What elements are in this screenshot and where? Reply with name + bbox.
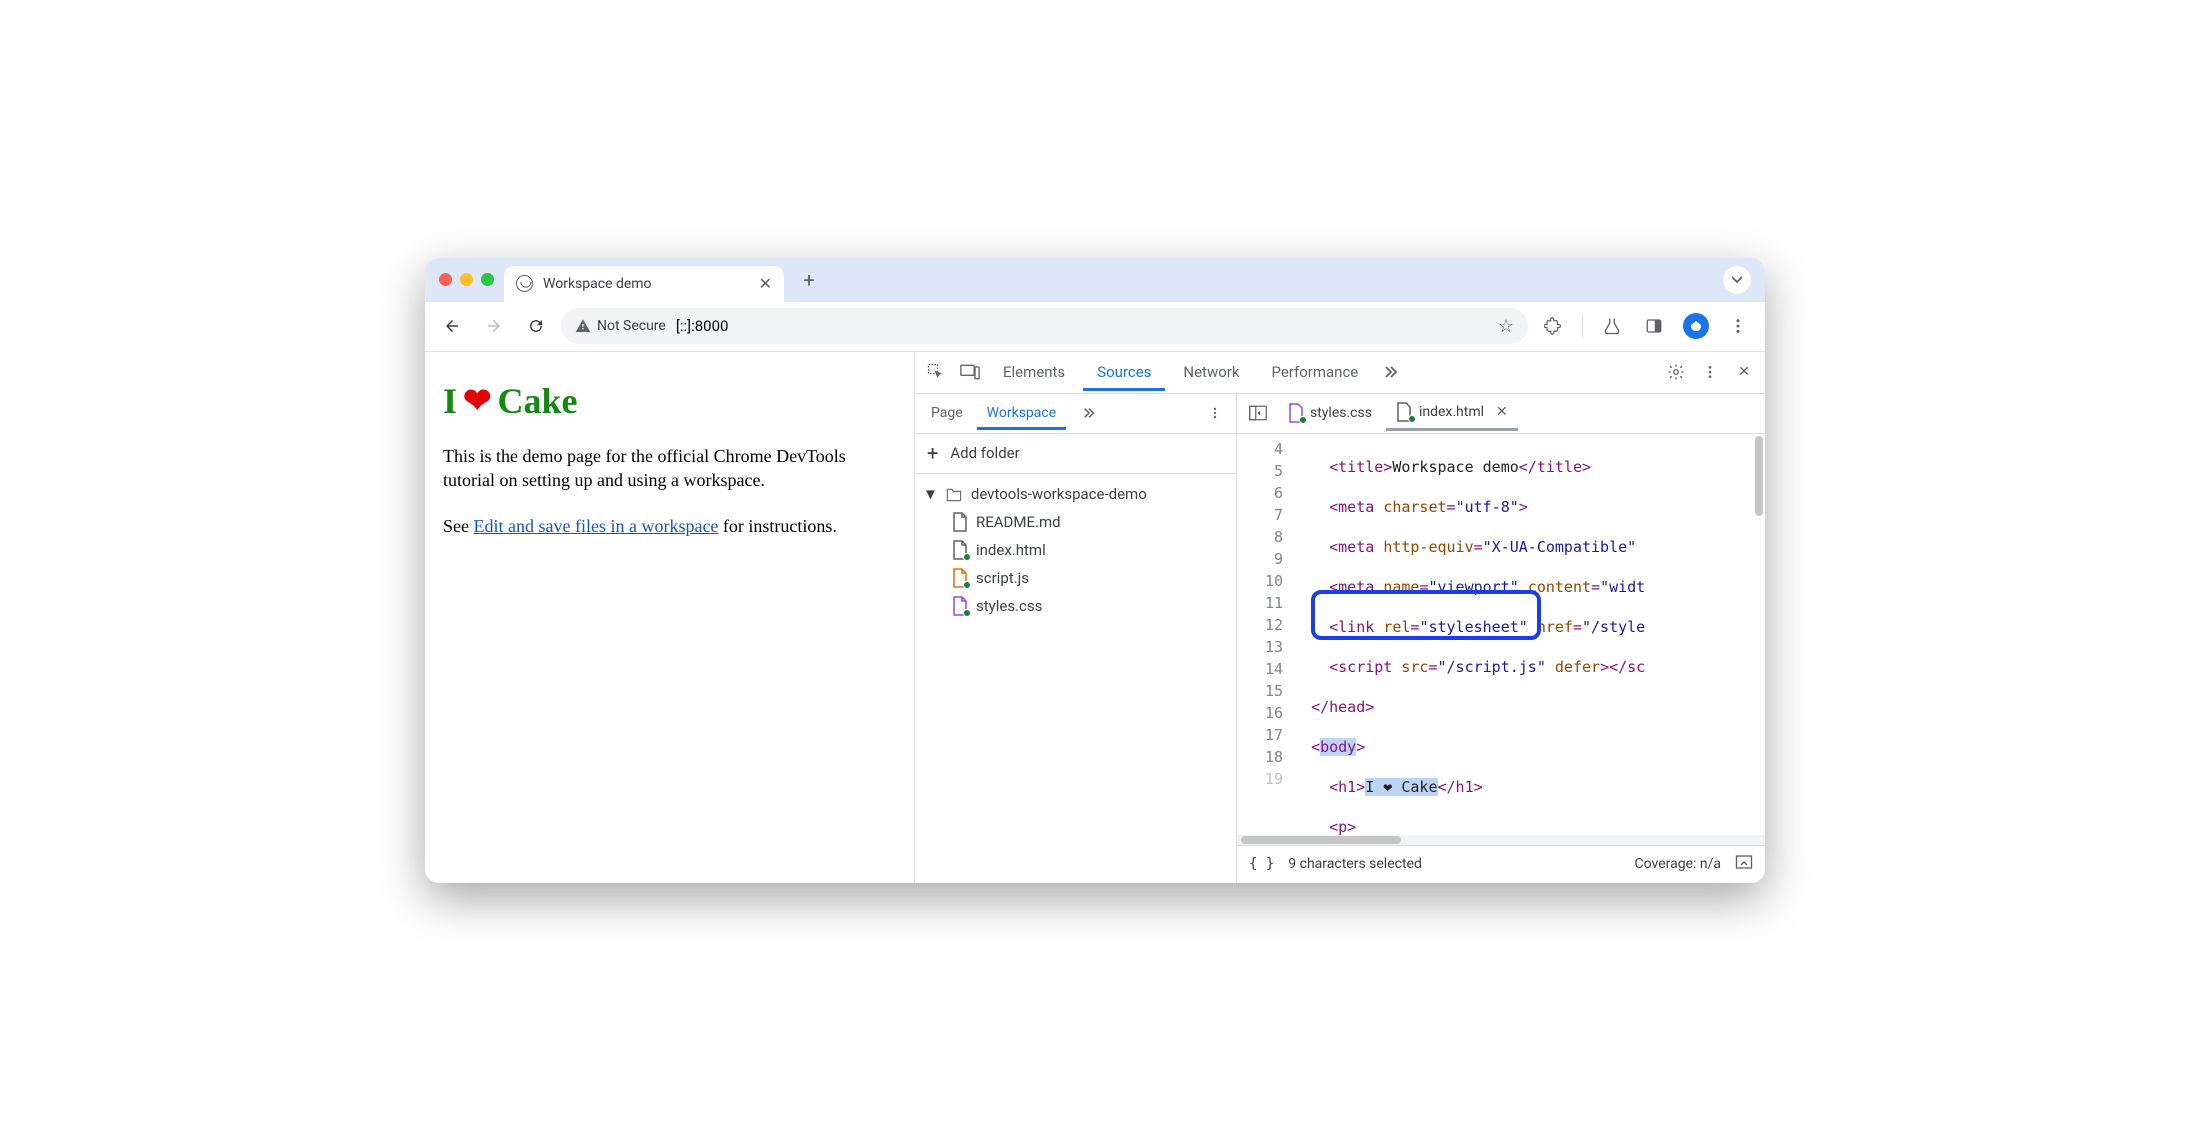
- close-tab-icon[interactable]: ✕: [1496, 404, 1508, 420]
- nav-menu-button[interactable]: [1200, 398, 1230, 428]
- tab-search-button[interactable]: [1723, 266, 1751, 294]
- browser-menu-button[interactable]: [1721, 309, 1755, 343]
- labs-button[interactable]: [1595, 309, 1629, 343]
- nav-more-tabs-button[interactable]: [1074, 398, 1104, 428]
- toggle-navigator-button[interactable]: [1243, 398, 1273, 428]
- disclosure-triangle-icon: ▼: [923, 485, 938, 503]
- nav-tab-workspace[interactable]: Workspace: [977, 397, 1067, 430]
- forward-button[interactable]: [477, 309, 511, 343]
- file-tree: ▼ devtools-workspace-demo README.md: [915, 474, 1236, 626]
- warning-icon: [575, 318, 591, 334]
- back-button[interactable]: [435, 309, 469, 343]
- plus-icon: +: [927, 441, 938, 465]
- close-window-button[interactable]: [439, 273, 452, 286]
- file-icon: [951, 540, 968, 560]
- editor-tab-styles[interactable]: styles.css: [1277, 397, 1382, 429]
- tab-network[interactable]: Network: [1169, 353, 1253, 391]
- tree-file[interactable]: README.md: [915, 508, 1236, 536]
- page-paragraph: This is the demo page for the official C…: [443, 444, 896, 493]
- chevron-down-icon: [1731, 274, 1743, 286]
- rendered-page: I ❤ Cake This is the demo page for the o…: [425, 352, 915, 883]
- avatar-icon: [1683, 313, 1709, 339]
- nav-tab-page[interactable]: Page: [921, 397, 973, 429]
- sources-body: Page Workspace + Add folder: [915, 394, 1765, 883]
- devtools-tabs: Elements Sources Network Performance ✕: [915, 352, 1765, 394]
- toolbar-divider: [1582, 315, 1583, 337]
- editor-tabs: styles.css index.html ✕: [1237, 394, 1765, 434]
- tab-strip: Workspace demo ✕ +: [425, 258, 1765, 302]
- status-selection: 9 characters selected: [1288, 856, 1422, 872]
- tree-file[interactable]: styles.css: [915, 592, 1236, 620]
- page-paragraph: See Edit and save files in a workspace f…: [443, 514, 896, 538]
- tab-title: Workspace demo: [543, 276, 652, 292]
- profile-button[interactable]: [1679, 309, 1713, 343]
- editor-status-bar: { } 9 characters selected Coverage: n/a: [1237, 845, 1765, 883]
- url-text: [::]:8000: [676, 317, 729, 335]
- folder-icon: [946, 484, 963, 504]
- file-icon: [951, 512, 968, 532]
- pretty-print-button[interactable]: { }: [1249, 856, 1274, 872]
- inspect-element-button[interactable]: [921, 357, 951, 387]
- status-coverage: Coverage: n/a: [1635, 856, 1721, 872]
- toolbar: Not Secure [::]:8000 ☆: [425, 302, 1765, 352]
- extensions-button[interactable]: [1536, 309, 1570, 343]
- sources-navigator: Page Workspace + Add folder: [915, 394, 1237, 883]
- horizontal-scrollbar[interactable]: [1237, 835, 1765, 845]
- security-chip[interactable]: Not Secure: [575, 318, 666, 334]
- editor-tab-index[interactable]: index.html ✕: [1386, 396, 1518, 431]
- file-icon: [951, 596, 968, 616]
- side-panel-button[interactable]: [1637, 309, 1671, 343]
- tree-file[interactable]: script.js: [915, 564, 1236, 592]
- browser-window: Workspace demo ✕ + Not Secure [::]:8000 …: [425, 258, 1765, 883]
- globe-icon: [516, 275, 533, 292]
- devtools-panel: Elements Sources Network Performance ✕: [915, 352, 1765, 883]
- add-folder-button[interactable]: + Add folder: [915, 434, 1236, 474]
- window-controls: [433, 273, 504, 286]
- reload-button[interactable]: [519, 309, 553, 343]
- device-toolbar-button[interactable]: [955, 357, 985, 387]
- new-tab-button[interactable]: +: [794, 265, 824, 295]
- line-number-gutter: 45678910111213141516171819: [1237, 434, 1293, 835]
- source-editor: styles.css index.html ✕ 4567891011121314…: [1237, 394, 1765, 883]
- devtools-close-button[interactable]: ✕: [1729, 357, 1759, 387]
- toggle-drawer-button[interactable]: [1735, 854, 1753, 874]
- tree-folder[interactable]: ▼ devtools-workspace-demo: [915, 480, 1236, 508]
- devtools-menu-button[interactable]: [1695, 357, 1725, 387]
- tab-sources[interactable]: Sources: [1083, 353, 1165, 391]
- maximize-window-button[interactable]: [481, 273, 494, 286]
- close-tab-icon[interactable]: ✕: [759, 274, 772, 293]
- more-tabs-button[interactable]: [1376, 357, 1406, 387]
- code-editor[interactable]: 45678910111213141516171819 <title>Worksp…: [1237, 434, 1765, 835]
- file-icon: [1287, 403, 1304, 423]
- bookmark-icon[interactable]: ☆: [1498, 316, 1514, 337]
- workspace-tutorial-link[interactable]: Edit and save files in a workspace: [474, 516, 719, 536]
- file-icon: [1396, 402, 1413, 422]
- file-icon: [951, 568, 968, 588]
- navigator-tabs: Page Workspace: [915, 394, 1236, 434]
- browser-tab[interactable]: Workspace demo ✕: [504, 266, 784, 302]
- devtools-settings-button[interactable]: [1661, 357, 1691, 387]
- address-bar[interactable]: Not Secure [::]:8000 ☆: [561, 308, 1528, 344]
- tab-performance[interactable]: Performance: [1257, 353, 1372, 391]
- tree-file[interactable]: index.html: [915, 536, 1236, 564]
- heart-icon: ❤: [463, 381, 492, 421]
- content-area: I ❤ Cake This is the demo page for the o…: [425, 352, 1765, 883]
- tab-elements[interactable]: Elements: [989, 353, 1079, 391]
- page-heading: I ❤ Cake: [443, 380, 896, 422]
- code-lines[interactable]: <title>Workspace demo</title> <meta char…: [1293, 434, 1765, 835]
- minimize-window-button[interactable]: [460, 273, 473, 286]
